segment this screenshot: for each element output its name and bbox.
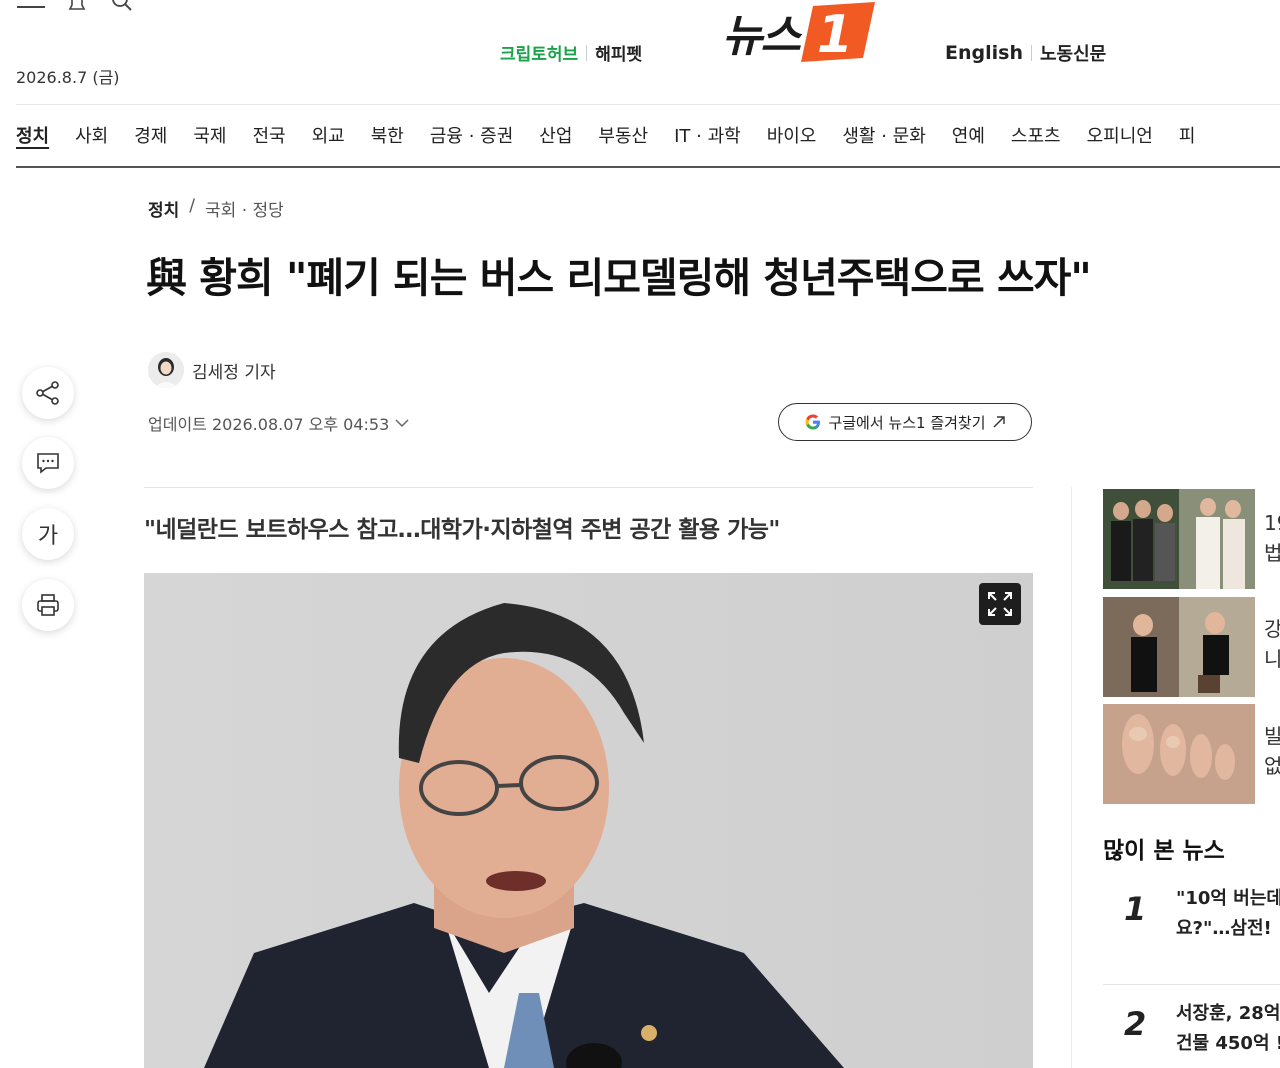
print-button[interactable] — [22, 579, 74, 631]
google-icon — [805, 414, 821, 430]
nav-item-bio[interactable]: 바이오 — [767, 122, 817, 148]
popular-rank-2: 2 — [1124, 1005, 1147, 1043]
popular-item-2-line-1: 서장훈, 28억 — [1176, 1003, 1280, 1024]
share-icon — [36, 381, 59, 405]
nav-item-international[interactable]: 국제 — [193, 122, 226, 148]
popular-item-1-line-1: "10억 버는데 — [1176, 888, 1280, 909]
popular-item-1-line-2: 요?"…삼전! — [1176, 918, 1272, 939]
top-utility-icons — [16, 0, 138, 14]
link-divider — [1030, 45, 1032, 61]
chevron-down-icon — [395, 419, 409, 428]
street-photo-thumbnail — [1103, 597, 1255, 697]
nav-item-sports[interactable]: 스포츠 — [1011, 122, 1061, 148]
google-favorite-button[interactable]: 구글에서 뉴스1 즐겨찾기 — [778, 403, 1032, 441]
header-divider — [16, 104, 1280, 105]
related-text-2[interactable]: 강 니 — [1264, 614, 1280, 674]
nav-item-overflow[interactable]: 피 — [1179, 122, 1196, 148]
popular-item-2-line-2: 건물 450억 ! — [1176, 1033, 1280, 1054]
comment-button[interactable] — [22, 437, 74, 489]
nav-item-politics[interactable]: 정치 — [16, 122, 49, 148]
nav-item-life-culture[interactable]: 생활 · 문화 — [842, 122, 925, 148]
related-text-2-line-1: 강 — [1264, 617, 1280, 641]
column-divider — [1071, 487, 1072, 1068]
english-link[interactable]: English — [945, 42, 1023, 64]
related-text-1[interactable]: 19 법 — [1264, 508, 1280, 568]
nav-item-real-estate[interactable]: 부동산 — [598, 122, 648, 148]
print-icon — [37, 594, 59, 616]
article-subheadline: "네덜란드 보트하우스 참고…대학가·지하철역 주변 공간 활용 가능" — [144, 517, 780, 543]
related-text-1-line-1: 19 — [1264, 511, 1280, 535]
related-text-2-line-2: 니 — [1264, 647, 1280, 671]
nav-divider — [16, 166, 1280, 168]
nav-item-industry[interactable]: 산업 — [539, 122, 572, 148]
nav-item-north-korea[interactable]: 북한 — [371, 122, 404, 148]
nav-item-nationwide[interactable]: 전국 — [253, 122, 286, 148]
breadcrumb-subsection[interactable]: 국회 · 정당 — [205, 196, 284, 221]
labor-newspaper-link[interactable]: 노동신문 — [1040, 40, 1106, 66]
font-size-icon: 가 — [37, 524, 59, 549]
logo-badge-icon: 1 — [800, 2, 875, 64]
article-photo[interactable] — [144, 573, 1033, 1068]
happypet-link[interactable]: 해피펫 — [595, 40, 642, 65]
popular-rank-1: 1 — [1124, 890, 1147, 928]
nav-item-entertainment[interactable]: 연예 — [952, 122, 985, 148]
politician-photo — [144, 573, 1033, 1068]
expand-icon — [988, 592, 1012, 616]
popular-item-2[interactable]: 서장훈, 28억 건물 450억 ! — [1176, 999, 1280, 1059]
foot-photo-thumbnail — [1103, 704, 1255, 804]
logo-badge-text: 1 — [817, 5, 853, 64]
popular-divider — [1103, 984, 1280, 985]
external-arrow-icon — [993, 416, 1005, 428]
language-links: English 노동신문 — [945, 40, 1106, 66]
related-text-3[interactable]: 빌 없 — [1264, 721, 1280, 781]
article-headline: 與 황희 "폐기 되는 버스 리모델링해 청년주택으로 쓰자" — [146, 254, 1092, 302]
nav-item-it-science[interactable]: IT · 과학 — [674, 122, 741, 148]
related-text-3-line-2: 없 — [1264, 754, 1280, 778]
link-divider — [586, 44, 588, 61]
font-size-button[interactable]: 가 — [22, 508, 74, 560]
article-divider — [144, 487, 1033, 488]
menu-icon[interactable] — [16, 0, 46, 14]
update-timestamp[interactable]: 업데이트 2026.08.07 오후 04:53 — [148, 411, 409, 435]
related-thumb-2[interactable] — [1103, 597, 1255, 697]
popular-item-1[interactable]: "10억 버는데 요?"…삼전! — [1176, 884, 1280, 944]
share-button[interactable] — [22, 367, 74, 419]
breadcrumb-separator: / — [189, 196, 196, 216]
search-icon[interactable] — [108, 0, 138, 14]
breadcrumb: 정치 / 국회 · 정당 — [148, 196, 284, 221]
author-byline[interactable]: 김세정 기자 — [148, 352, 276, 388]
related-text-1-line-2: 법 — [1264, 541, 1280, 565]
update-text: 업데이트 2026.08.07 오후 04:53 — [148, 415, 390, 434]
news1-logo[interactable]: 뉴스 1 — [722, 0, 877, 64]
popular-news-title: 많이 본 뉴스 — [1103, 838, 1225, 864]
nav-item-society[interactable]: 사회 — [75, 122, 108, 148]
expand-image-button[interactable] — [979, 583, 1021, 625]
nav-item-economy[interactable]: 경제 — [134, 122, 167, 148]
related-text-3-line-1: 빌 — [1264, 724, 1280, 748]
nav-item-diplomacy[interactable]: 외교 — [312, 122, 345, 148]
nav-item-opinion[interactable]: 오피니언 — [1087, 122, 1153, 148]
group-photo-thumbnail — [1103, 489, 1255, 589]
related-thumb-1[interactable] — [1103, 489, 1255, 589]
google-button-label: 구글에서 뉴스1 즐겨찾기 — [828, 413, 986, 432]
nav-item-finance[interactable]: 금융 · 증권 — [430, 122, 513, 148]
comment-icon — [37, 453, 59, 474]
breadcrumb-section[interactable]: 정치 — [148, 196, 179, 221]
logo-text: 뉴스 — [722, 11, 801, 62]
current-date: 2026.8.7 (금) — [16, 68, 120, 87]
category-nav: 정치 사회 경제 국제 전국 외교 북한 금융 · 증권 산업 부동산 IT ·… — [16, 122, 1221, 148]
crypto-hub-link[interactable]: 크립토허브 — [500, 40, 578, 65]
related-thumb-3[interactable] — [1103, 704, 1255, 804]
author-name: 김세정 기자 — [192, 362, 276, 383]
partner-links: 크립토허브 해피펫 — [500, 40, 642, 65]
author-avatar — [148, 352, 184, 388]
bell-icon[interactable] — [62, 0, 92, 14]
